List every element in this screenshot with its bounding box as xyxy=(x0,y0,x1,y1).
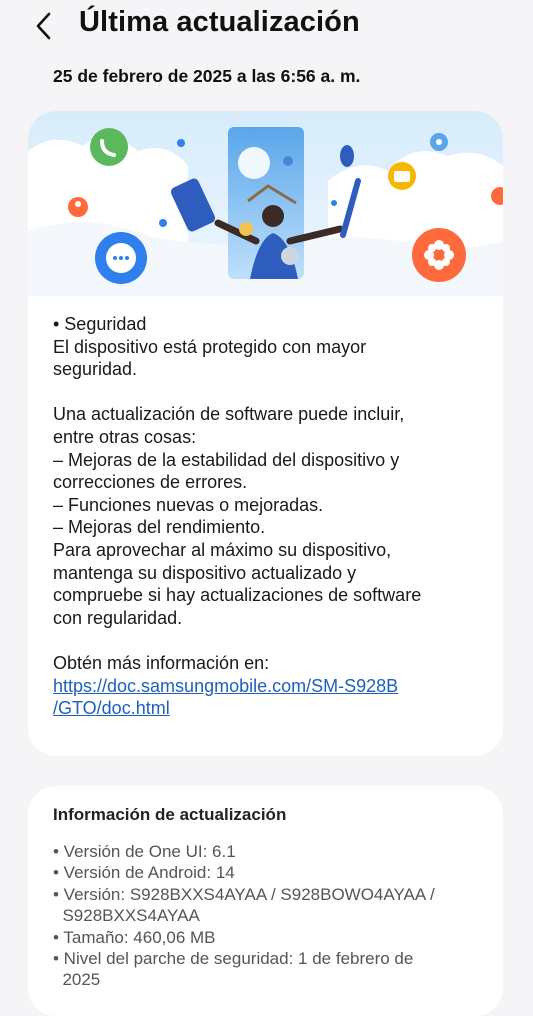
notes-line: Una actualización de software puede incl… xyxy=(53,404,405,425)
notes-line: – Mejoras del rendimiento. xyxy=(53,517,266,538)
notes-line: Obtén más información en: xyxy=(53,652,270,673)
info-item: • Versión: S928BXXS4AYAA / S928BOWO4AYAA… xyxy=(53,884,435,904)
notes-line: – Funciones nuevas o mejoradas. xyxy=(53,494,324,515)
page-title: Última actualización xyxy=(79,6,360,38)
notes-line: mantenga su dispositivo actualizado y xyxy=(53,562,357,583)
release-notes: • Seguridad El dispositivo está protegid… xyxy=(53,313,493,720)
notes-line: seguridad. xyxy=(53,359,138,380)
notes-line: compruebe si hay actualizaciones de soft… xyxy=(53,585,422,606)
doc-link[interactable]: https://doc.samsungmobile.com/SM-S928B xyxy=(53,675,493,698)
notes-line: con regularidad. xyxy=(53,607,183,628)
update-info-card: Información de actualización • Versión d… xyxy=(28,786,503,1016)
release-notes-card: • Seguridad El dispositivo está protegid… xyxy=(28,111,503,756)
info-item: • Versión de One UI: 6.1 xyxy=(53,842,236,861)
back-button[interactable] xyxy=(28,6,60,46)
info-item: 2025 xyxy=(53,970,101,990)
update-date: 25 de febrero de 2025 a las 6:56 a. m. xyxy=(53,66,361,86)
notes-line: – Mejoras de la estabilidad del disposit… xyxy=(53,449,400,470)
notes-line: Para aprovechar al máximo su dispositivo… xyxy=(53,539,392,560)
notes-line: correcciones de errores. xyxy=(53,472,248,493)
notes-spacer xyxy=(53,381,493,404)
notes-line: entre otras cosas: xyxy=(53,426,197,447)
info-item: • Tamaño: 460,06 MB xyxy=(53,927,216,947)
notes-line: El dispositivo está protegido con mayor xyxy=(53,336,367,357)
update-info-title: Información de actualización xyxy=(53,805,287,824)
app-header: Última actualización xyxy=(0,0,533,56)
doc-link[interactable]: /GTO/doc.html xyxy=(53,697,493,720)
update-info-list: • Versión de One UI: 6.1 • Versión de An… xyxy=(53,841,493,991)
info-item: • Versión de Android: 14 xyxy=(53,863,235,883)
chevron-left-icon xyxy=(36,12,51,40)
info-item: • Nivel del parche de seguridad: 1 de fe… xyxy=(53,949,414,969)
notes-spacer xyxy=(53,629,493,652)
info-item: S928BXXS4AYAA xyxy=(53,906,200,926)
notes-line: • Seguridad xyxy=(53,314,147,334)
update-banner-illustration xyxy=(28,111,503,296)
